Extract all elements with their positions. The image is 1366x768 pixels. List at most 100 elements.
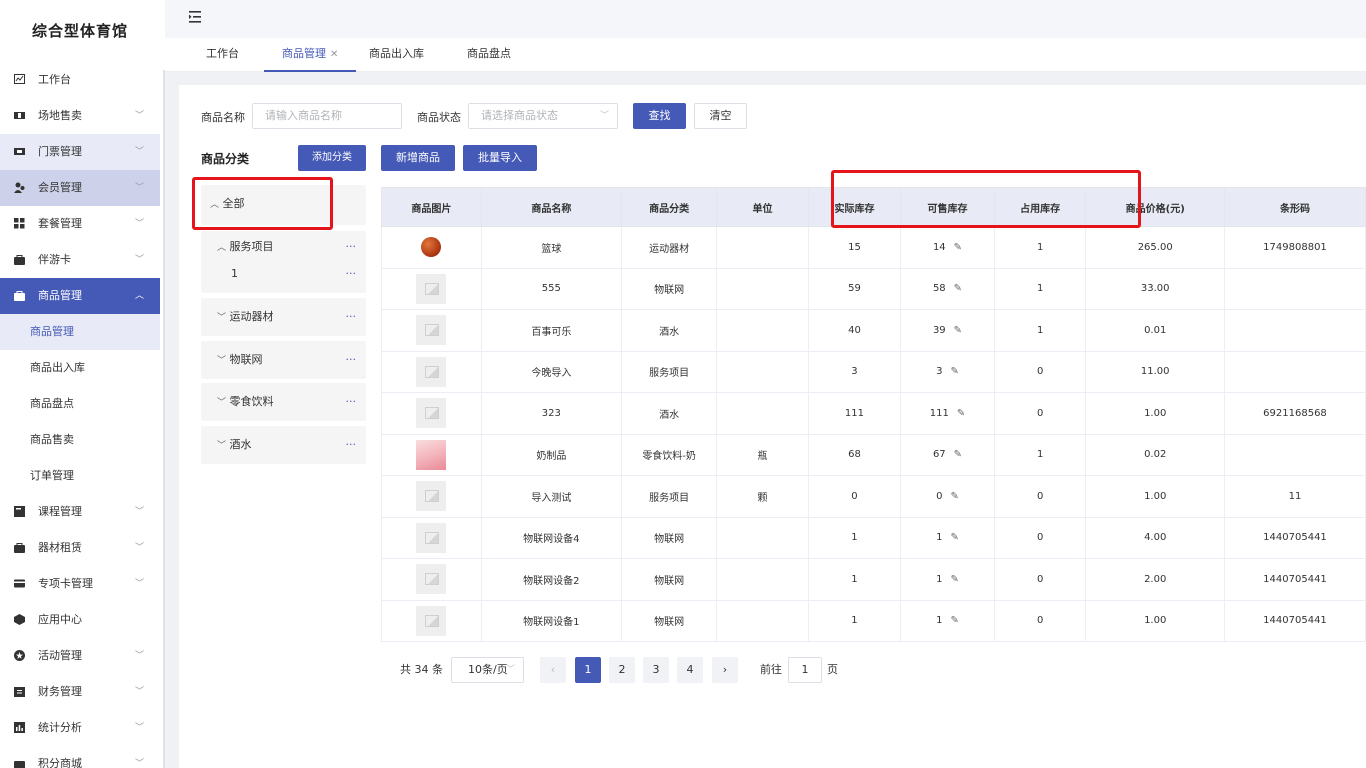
sidebar-item-special-cards[interactable]: 专项卡管理 ﹀ [0,566,160,602]
table-row[interactable]: 物联网设备1 物联网 1 1 ✎ 0 1.00 1440705441 [381,599,1366,642]
ticket-icon [14,146,25,157]
sidebar-subitem-orders[interactable]: 订单管理 [0,458,160,494]
sidebar-item-tickets[interactable]: 门票管理 ﹀ [0,134,160,170]
table-row[interactable]: 物联网设备4 物联网 1 1 ✎ 0 4.00 1440705441 [381,516,1366,559]
search-button[interactable]: 查找 [633,103,686,129]
page-button-1[interactable]: 1 [575,657,601,683]
sidebar-subitem-product-management[interactable]: 商品管理 [0,314,160,350]
tab-label: 商品管理 [282,47,326,60]
cell-sellable-stock: 39 ✎ [900,309,995,352]
more-icon[interactable]: ··· [346,426,357,464]
more-icon[interactable]: ··· [346,341,357,379]
edit-icon[interactable]: ✎ [950,615,958,626]
edit-icon[interactable]: ✎ [954,283,962,294]
bulk-import-button[interactable]: 批量导入 [463,145,537,171]
sidebar-item-dashboard[interactable]: 工作台 [0,62,160,98]
category-child-row[interactable]: 1 ··· [201,263,366,289]
page-button-2[interactable]: 2 [609,657,635,683]
sidebar-item-products[interactable]: 商品管理 ︿ [0,278,160,314]
table-row[interactable]: 323 酒水 111 111 ✎ 0 1.00 6921168568 [381,392,1366,435]
menu-toggle-icon[interactable] [189,11,203,23]
product-name-input[interactable]: 请输入商品名称 [252,103,402,129]
finance-icon [14,686,25,697]
cell-category: 物联网 [620,558,718,601]
highlight-box-all-category [192,177,333,230]
edit-icon[interactable]: ✎ [954,242,962,253]
tab-stock-in-out[interactable]: 商品出入库 [369,38,424,72]
sidebar-item-equipment-rental[interactable]: 器材租赁 ﹀ [0,530,160,566]
edit-icon[interactable]: ✎ [950,574,958,585]
prev-page-button[interactable]: ‹ [540,657,566,683]
sidebar-subitem-inventory-check[interactable]: 商品盘点 [0,386,160,422]
edit-icon[interactable]: ✎ [950,532,958,543]
edit-icon[interactable]: ✎ [950,366,958,377]
cell-category: 物联网 [620,516,718,559]
sidebar-item-points-mall[interactable]: 积分商城 ﹀ [0,746,160,768]
sidebar-item-companion-card[interactable]: 伴游卡 ﹀ [0,242,160,278]
edit-icon[interactable]: ✎ [957,408,965,419]
tab-product-management[interactable]: 商品管理 ✕ [264,38,357,72]
cell-name: 物联网设备4 [480,516,623,559]
table-row[interactable]: 篮球 运动器材 15 14 ✎ 1 265.00 1749808801 [381,226,1366,269]
sidebar-item-label: 专项卡管理 [38,577,93,590]
goto-page-input[interactable]: 1 [788,657,822,683]
sidebar-item-finance[interactable]: 财务管理 ﹀ [0,674,160,710]
category-group-drinks[interactable]: ﹀ 酒水 ··· [201,426,366,464]
tab-dashboard[interactable]: 工作台 [206,38,239,72]
sidebar: 综合型体育馆 工作台 场地售卖 ﹀ 门票管理 ﹀ 会员管理 ﹀ 套餐管理 ﹀ 伴… [0,0,160,768]
edit-icon[interactable]: ✎ [954,325,962,336]
sidebar-item-courses[interactable]: 课程管理 ﹀ [0,494,160,530]
category-group-snacks[interactable]: ﹀ 零食饮料 ··· [201,383,366,421]
category-row: ︿ 服务项目 ··· [201,231,366,263]
chevron-down-icon: ﹀ [134,651,144,661]
category-group-iot[interactable]: ﹀ 物联网 ··· [201,341,366,379]
sidebar-item-label: 门票管理 [38,145,82,158]
sidebar-item-activities[interactable]: 活动管理 ﹀ [0,638,160,674]
more-icon[interactable]: ··· [346,263,357,285]
top-bar [165,0,1366,38]
sellable-value: 0 [936,490,943,502]
sidebar-item-label: 伴游卡 [38,253,71,266]
tab-inventory-check[interactable]: 商品盘点 [467,38,511,72]
cell-sellable-stock: 58 ✎ [900,267,995,310]
page-button-3[interactable]: 3 [643,657,669,683]
more-icon[interactable]: ··· [346,231,357,263]
category-group-service[interactable]: ︿ 服务项目 ··· 1 ··· [201,231,366,293]
sidebar-subitem-product-sales[interactable]: 商品售卖 [0,422,160,458]
sidebar-item-members[interactable]: 会员管理 ﹀ [0,170,160,206]
sidebar-item-label: 积分商城 [38,757,82,768]
edit-icon[interactable]: ✎ [954,449,962,460]
sidebar-item-app-center[interactable]: 应用中心 [0,602,160,638]
table-row[interactable]: 555 物联网 59 58 ✎ 1 33.00 [381,267,1366,310]
edit-icon[interactable]: ✎ [950,491,958,502]
basketball-image [421,237,442,258]
new-product-button[interactable]: 新增商品 [381,145,455,171]
product-status-select[interactable]: 请选择商品状态 ﹀ [468,103,618,129]
clear-button[interactable]: 清空 [694,103,747,129]
next-page-button[interactable]: › [712,657,738,683]
page-size-select[interactable]: 10条/页 ﹀ [451,657,524,683]
cell-sellable-stock: 111 ✎ [900,392,995,435]
cell-price: 4.00 [1085,516,1225,559]
sidebar-item-packages[interactable]: 套餐管理 ﹀ [0,206,160,242]
cell-image [381,350,482,393]
sidebar-item-venue-sales[interactable]: 场地售卖 ﹀ [0,98,160,134]
table-row[interactable]: 物联网设备2 物联网 1 1 ✎ 0 2.00 1440705441 [381,558,1366,601]
category-group-sports-equipment[interactable]: ﹀ 运动器材 ··· [201,298,366,336]
bar-chart-icon [14,722,25,733]
table-row[interactable]: 导入测试 服务项目颗 0 0 ✎ 0 1.00 11 [381,475,1366,518]
cell-sellable-stock: 14 ✎ [900,226,995,269]
sidebar-subitem-stock-in-out[interactable]: 商品出入库 [0,350,160,386]
grid-icon [14,218,25,229]
table-row[interactable]: 今晚导入 服务项目 3 3 ✎ 0 11.00 [381,350,1366,393]
table-row[interactable]: 百事可乐 酒水 40 39 ✎ 1 0.01 [381,309,1366,352]
page-button-4[interactable]: 4 [677,657,703,683]
cell-occupied-stock: 1 [993,226,1087,269]
tab-label: 工作台 [206,47,239,60]
add-category-button[interactable]: 添加分类 [298,145,366,171]
sidebar-item-statistics[interactable]: 统计分析 ﹀ [0,710,160,746]
more-icon[interactable]: ··· [346,298,357,336]
close-icon[interactable]: ✕ [330,49,338,60]
more-icon[interactable]: ··· [346,383,357,421]
table-row[interactable]: 奶制品 零食饮料-奶瓶 68 67 ✎ 1 0.02 [381,433,1366,476]
